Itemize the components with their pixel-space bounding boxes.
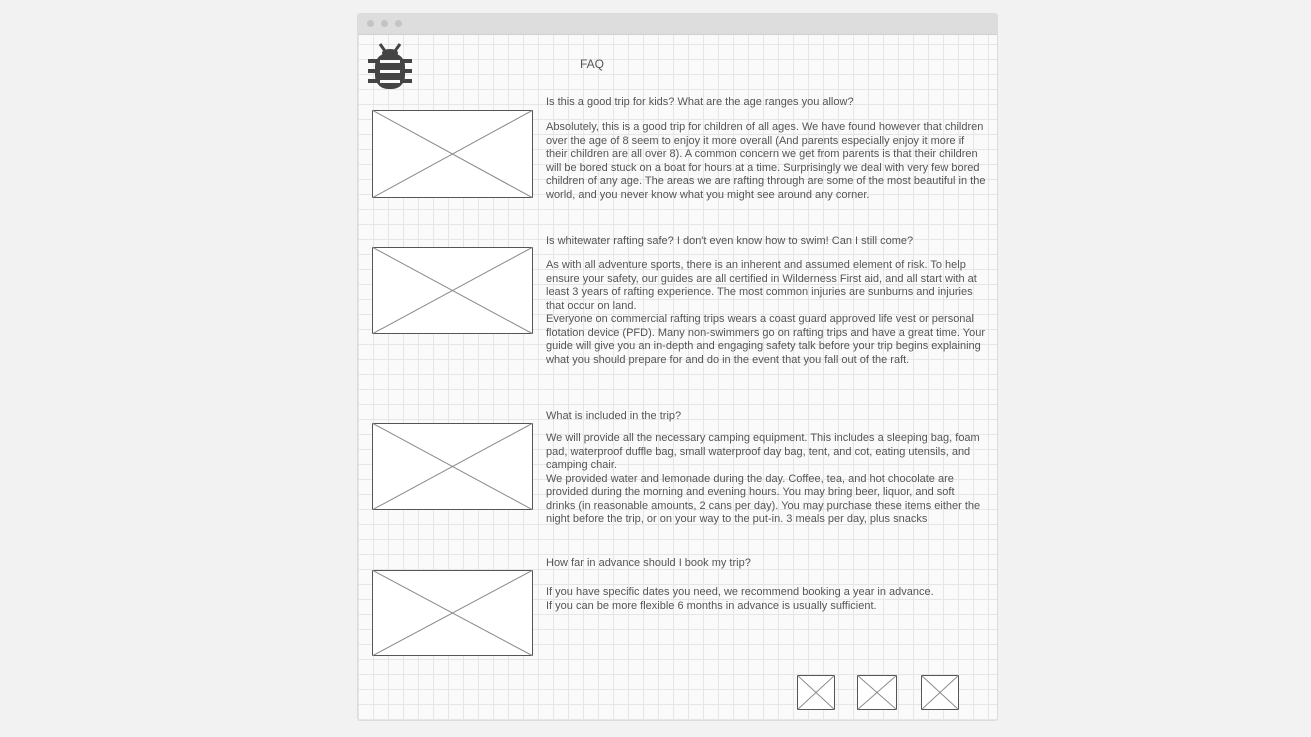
faq-answer-paragraph: As with all adventure sports, there is a… (546, 259, 977, 312)
image-placeholder (372, 570, 533, 656)
faq-answer-paragraph: Absolutely, this is a good trip for chil… (546, 121, 986, 201)
faq-answer-paragraph: If you have specific dates you need, we … (546, 586, 934, 598)
window-dot-maximize[interactable] (395, 20, 402, 27)
faq-answer-paragraph: If you can be more flexible 6 months in … (546, 599, 877, 612)
browser-window: FAQ Is this a good trip for kids? What a… (357, 13, 998, 721)
window-dot-minimize[interactable] (381, 20, 388, 27)
faq-answer: As with all adventure sports, there is a… (546, 259, 986, 367)
footer-icon-placeholder[interactable] (797, 675, 835, 710)
image-placeholder (372, 247, 533, 334)
nav-faq-link[interactable]: FAQ (580, 57, 604, 71)
faq-question: What is included in the trip? (546, 410, 682, 422)
window-dot-close[interactable] (367, 20, 374, 27)
faq-question: Is whitewater rafting safe? I don't even… (546, 235, 914, 247)
image-placeholder (372, 110, 533, 198)
faq-answer: Absolutely, this is a good trip for chil… (546, 121, 986, 202)
faq-answer-paragraph: We provided water and lemonade during th… (546, 472, 981, 526)
window-titlebar (358, 14, 997, 35)
faq-answer: We will provide all the necessary campin… (546, 432, 986, 527)
faq-answer-paragraph: Everyone on commercial rafting trips wea… (546, 313, 985, 366)
footer-icon-placeholder[interactable] (857, 675, 897, 710)
image-placeholder (372, 423, 533, 510)
bug-icon[interactable] (368, 41, 412, 91)
faq-question: Is this a good trip for kids? What are t… (546, 96, 854, 108)
footer-icon-placeholder[interactable] (921, 675, 959, 710)
faq-answer-paragraph: We will provide all the necessary campin… (546, 432, 980, 471)
faq-question: How far in advance should I book my trip… (546, 557, 751, 569)
faq-answer: If you have specific dates you need, we … (546, 586, 986, 613)
